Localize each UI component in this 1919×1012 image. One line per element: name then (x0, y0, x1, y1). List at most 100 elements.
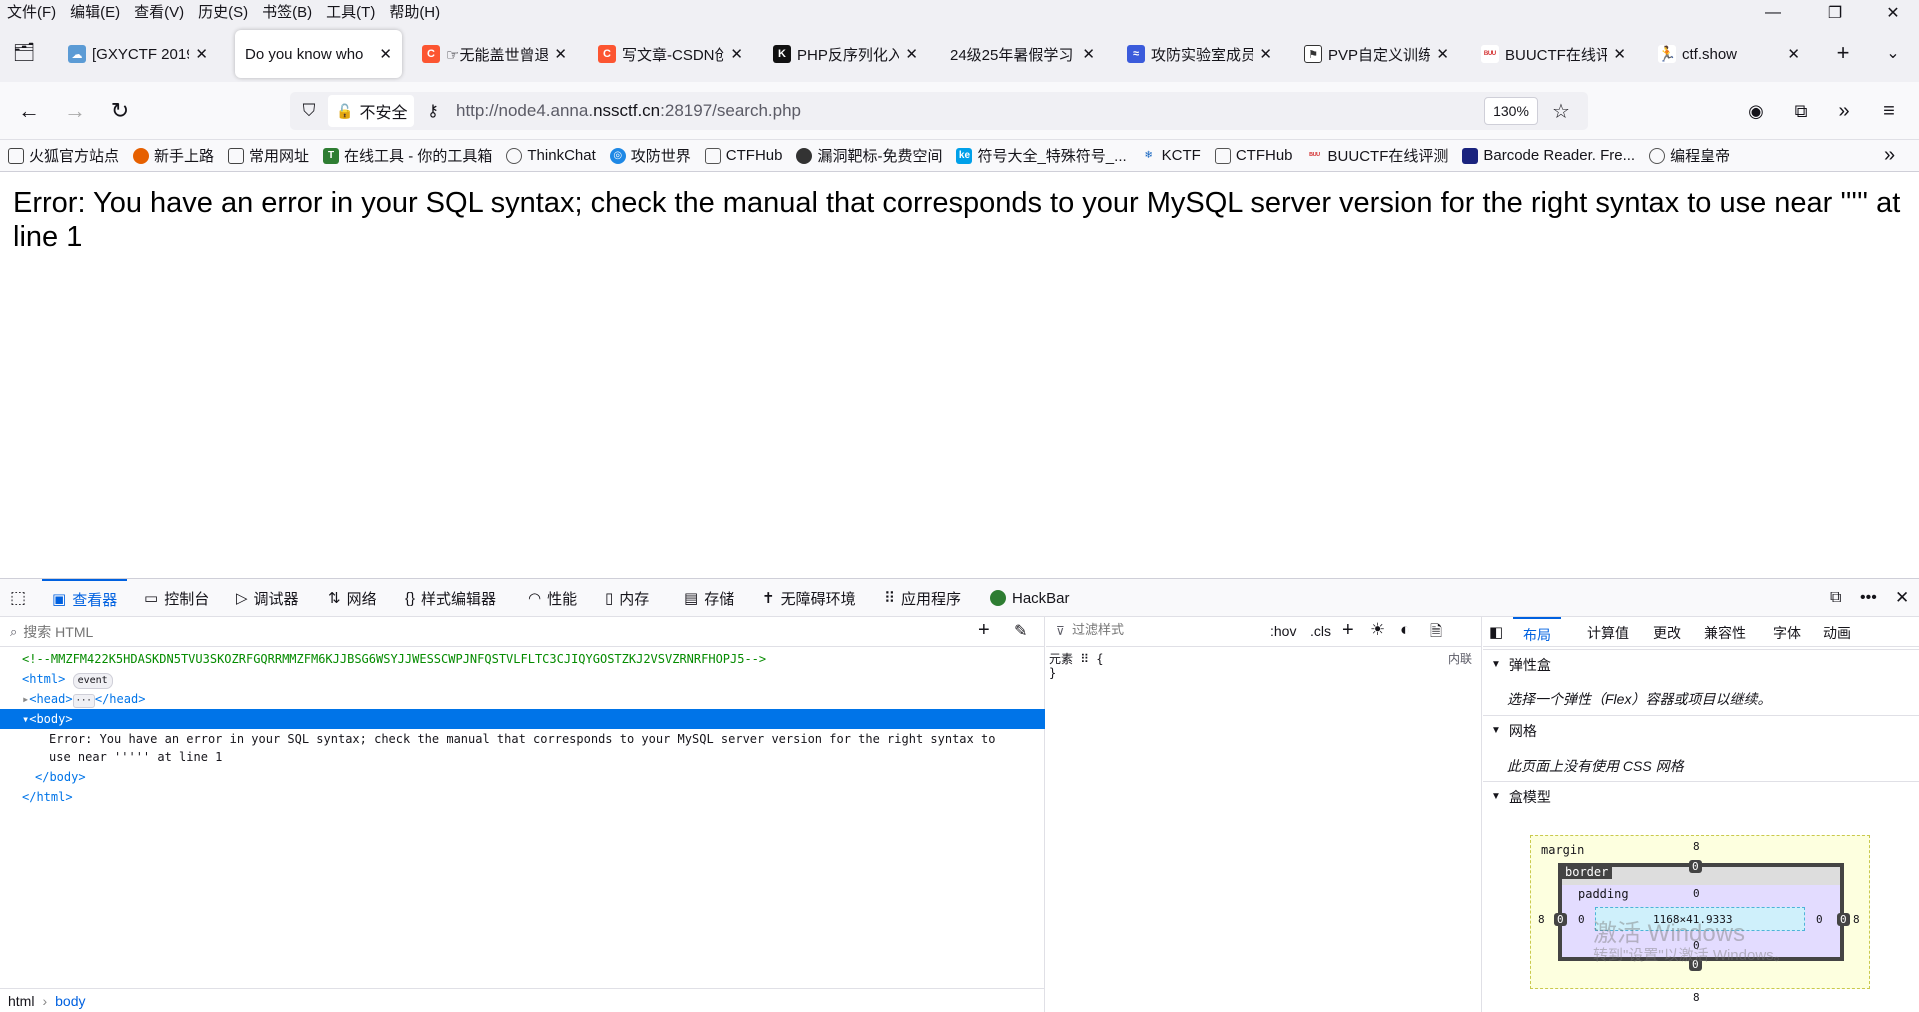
tab-close-icon[interactable]: ✕ (1259, 45, 1272, 63)
tab-pvp-training[interactable]: ⚑ PVP自定义训练 ✕ (1294, 30, 1459, 78)
bookmark-item[interactable]: ᴮᵁᵁ BUUCTF在线评测 (1307, 145, 1448, 166)
print-media-icon[interactable]: 🗎 (1430, 621, 1442, 646)
collapsed-ellipsis-icon[interactable]: ··· (72, 694, 95, 708)
tab-close-icon[interactable]: ✕ (1082, 45, 1095, 63)
bookmark-item[interactable]: ke 符号大全_特殊符号_... (956, 145, 1127, 166)
hov-toggle[interactable]: :hov (1270, 623, 1296, 639)
bookmarks-overflow-icon[interactable]: » (1884, 144, 1895, 167)
menu-view[interactable]: 查看(V) (127, 0, 191, 26)
tab-attack-defense-lab[interactable]: ≈ 攻防实验室成员 ✕ (1117, 30, 1282, 78)
margin-right-value[interactable]: 8 (1853, 913, 1860, 926)
forward-icon[interactable]: → (58, 94, 92, 128)
site-security-button[interactable]: 🔓 不安全 (328, 95, 414, 127)
url-bar[interactable]: ⛉ 🔓 不安全 ⚷ http://node4.anna.nssctf.cn:28… (290, 92, 1588, 130)
box-model-section-header[interactable]: ▼ 盒模型 (1483, 781, 1919, 811)
add-rule-icon[interactable]: + (1342, 619, 1354, 642)
tab-summer-study[interactable]: 24级25年暑假学习 ✕ (940, 30, 1105, 78)
bookmark-item[interactable]: ◎ 攻防世界 (609, 145, 691, 166)
margin-left-value[interactable]: 8 (1538, 913, 1545, 926)
tab-compatibility[interactable]: 兼容性 (1704, 623, 1746, 643)
eyedropper-icon[interactable]: ✎ (1014, 621, 1027, 641)
back-icon[interactable]: ← (12, 94, 46, 128)
bookmark-item[interactable]: ❄ KCTF (1141, 147, 1200, 164)
dark-scheme-icon[interactable]: ◐ (1400, 620, 1410, 640)
tab-network[interactable]: ⇅ 网络 (328, 579, 377, 617)
account-icon[interactable]: ◉ (1739, 94, 1773, 128)
overflow-chevron-icon[interactable]: » (1827, 94, 1861, 128)
tab-php-unserialize[interactable]: K PHP反序列化入 ✕ (763, 30, 928, 78)
tab-close-icon[interactable]: ✕ (379, 45, 392, 63)
new-tab-icon[interactable]: + (1830, 40, 1856, 66)
tab-changes[interactable]: 更改 (1653, 623, 1681, 643)
element-rule[interactable]: 元素 ⠿ { (1049, 650, 1103, 667)
tracking-shield-icon[interactable]: ⛉ (294, 96, 324, 126)
tab-close-icon[interactable]: ✕ (905, 45, 918, 63)
tab-console[interactable]: ▭ 控制台 (144, 579, 209, 617)
bookmark-item[interactable]: CTFHub (1214, 147, 1293, 164)
flexbox-section-header[interactable]: ▼ 弹性盒 (1483, 649, 1919, 679)
menu-tools[interactable]: 工具(T) (319, 0, 382, 26)
tab-close-icon[interactable]: ✕ (1436, 45, 1449, 63)
bookmark-folder[interactable]: 火狐官方站点 (8, 145, 119, 166)
element-picker-icon[interactable]: ⬚ (10, 579, 26, 617)
html-node[interactable]: <html> event (22, 669, 113, 689)
selected-body-row[interactable] (0, 709, 1045, 729)
extensions-icon[interactable]: ⧉ (1784, 94, 1818, 128)
tab-computed[interactable]: 计算值 (1587, 623, 1629, 643)
menu-file[interactable]: 文件(F) (0, 0, 63, 26)
close-devtools-icon[interactable]: ✕ (1895, 579, 1909, 617)
bookmark-folder[interactable]: 常用网址 (228, 145, 309, 166)
tab-do-you-know-who[interactable]: Do you know who ✕ (235, 30, 402, 78)
padding-right-value[interactable]: 0 (1816, 913, 1823, 926)
tab-close-icon[interactable]: ✕ (195, 45, 208, 63)
tab-storage[interactable]: ▤ 存储 (684, 579, 734, 617)
menu-history[interactable]: 历史(S) (191, 0, 255, 26)
tab-accessibility[interactable]: ✝ 无障碍环境 (762, 579, 856, 617)
padding-top-value[interactable]: 0 (1693, 887, 1700, 900)
head-node[interactable]: ▸<head> ··· </head> (22, 689, 145, 709)
minimize-icon[interactable]: — (1750, 0, 1796, 26)
zoom-reset-button[interactable]: 130% (1484, 97, 1538, 125)
tab-fonts[interactable]: 字体 (1773, 623, 1801, 643)
tab-hackbar[interactable]: HackBar (990, 579, 1070, 617)
breadcrumb-html[interactable]: html (8, 993, 34, 1009)
bookmark-item[interactable]: T 在线工具 - 你的工具箱 (323, 145, 492, 166)
tab-close-icon[interactable]: ✕ (730, 45, 743, 63)
margin-top-value[interactable]: 8 (1693, 840, 1700, 853)
margin-bottom-value[interactable]: 8 (1693, 991, 1700, 1004)
body-node[interactable]: ▾<body> (22, 709, 73, 729)
tab-close-icon[interactable]: ✕ (1613, 45, 1626, 63)
tab-overview-icon[interactable]: 🗂 (12, 40, 36, 64)
tab-close-icon[interactable]: ✕ (554, 45, 567, 63)
tab-animations[interactable]: 动画 (1823, 623, 1851, 643)
html-comment-node[interactable]: <!--MMZFM422K5HDASKDN5TVU3SKOZRFGQRRMMZF… (22, 649, 766, 669)
light-scheme-icon[interactable]: ☀ (1370, 620, 1385, 640)
tab-debugger[interactable]: ▷ 调试器 (236, 579, 299, 617)
menu-edit[interactable]: 编辑(E) (63, 0, 127, 26)
filter-styles-input[interactable] (1072, 622, 1252, 637)
bookmark-star-icon[interactable]: ☆ (1546, 96, 1576, 126)
url-text[interactable]: http://node4.anna.nssctf.cn:28197/search… (456, 101, 801, 121)
list-tabs-icon[interactable]: ⌄ (1880, 40, 1906, 66)
tab-inspector[interactable]: ▣ 查看器 (42, 579, 128, 617)
cls-toggle[interactable]: .cls (1310, 623, 1331, 639)
tab-gxyctf[interactable]: ☁ [GXYCTF 2019] ✕ (58, 30, 218, 78)
tab-layout[interactable]: 布局 (1513, 617, 1561, 647)
tab-memory[interactable]: ▯ 内存 (605, 579, 649, 617)
body-text-node-line2[interactable]: use near ''''' at line 1 (49, 747, 222, 767)
reload-icon[interactable]: ↻ (103, 94, 137, 128)
bookmark-item[interactable]: ThinkChat (506, 147, 596, 164)
more-options-icon[interactable]: ••• (1860, 579, 1877, 617)
restore-icon[interactable]: ❐ (1812, 0, 1858, 26)
grid-section-header[interactable]: ▼ 网格 (1483, 715, 1919, 745)
bookmark-item[interactable]: 编程皇帝 (1649, 145, 1730, 166)
search-html-input[interactable] (23, 623, 924, 640)
tab-style-editor[interactable]: {} 样式编辑器 (405, 579, 496, 617)
menu-help[interactable]: 帮助(H) (382, 0, 447, 26)
toggle-sidebar-icon[interactable]: ◧ (1489, 623, 1503, 641)
add-node-icon[interactable]: + (978, 619, 990, 642)
event-badge[interactable]: event (72, 673, 113, 689)
tab-close-icon[interactable]: ✕ (1787, 45, 1800, 63)
bookmark-item[interactable]: 新手上路 (133, 145, 214, 166)
border-top-value[interactable]: 0 (1689, 860, 1702, 873)
